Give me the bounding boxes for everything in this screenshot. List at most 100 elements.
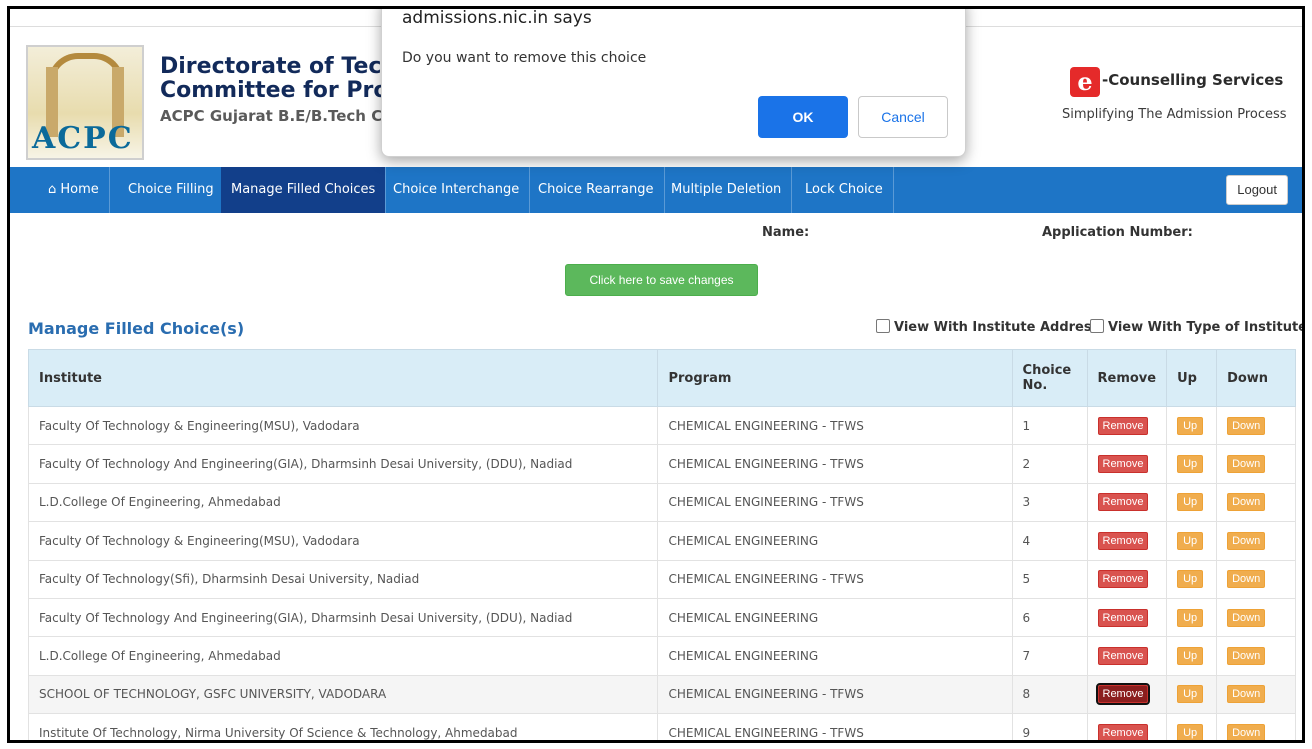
section-title: Manage Filled Choice(s) [28,319,245,338]
cell-choice-no: 2 [1011,444,1088,484]
cell-down: Down [1216,405,1296,446]
header-choice-no: Choice No. [1011,349,1088,407]
cell-institute: Faculty Of Technology And Engineering(GI… [27,444,659,484]
cell-remove: Remove [1086,636,1168,676]
table-row: Faculty Of Technology And Engineering(GI… [27,597,1296,638]
table-row: L.D.College Of Engineering, Ahmedabad CHE… [27,636,1296,676]
cell-remove: Remove [1086,559,1168,599]
view-address-toggle[interactable]: View With Institute Addres [876,319,1092,335]
cell-institute: L.D.College Of Engineering, Ahmedabad [27,482,659,523]
down-button[interactable]: Down [1227,685,1266,704]
table-row: Faculty Of Technology & Engineering(MSU)… [27,405,1296,446]
cell-down: Down [1216,713,1296,740]
brand-tagline: Simplifying The Admission Process [1062,107,1287,122]
cell-up: Up [1166,713,1218,740]
up-button[interactable]: Up [1177,455,1204,474]
down-button[interactable]: Down [1227,723,1266,740]
remove-button[interactable]: Remove [1097,493,1149,512]
up-button[interactable]: Up [1177,493,1204,512]
cell-program: CHEMICAL ENGINEERING - TFWS [657,559,1013,599]
site-subtitle: ACPC Gujarat B.E/B.Tech C [160,107,383,125]
remove-button[interactable]: Remove [1097,570,1149,589]
dialog-cancel-button[interactable]: Cancel [858,96,948,138]
header-down: Down [1216,349,1296,407]
header-remove: Remove [1086,349,1168,407]
cell-choice-no: 3 [1011,482,1088,523]
down-button[interactable]: Down [1227,493,1266,512]
remove-button[interactable]: Remove [1097,723,1149,740]
cell-down: Down [1216,482,1296,523]
table-row: Institute Of Technology, Nirma Universit… [27,713,1296,740]
nav-home[interactable]: ⌂ Home [38,167,110,213]
dialog-ok-button[interactable]: OK [758,96,848,138]
cell-up: Up [1166,405,1218,446]
view-type-toggle[interactable]: View With Type of Institute [1090,319,1302,335]
cell-institute: L.D.College Of Engineering, Ahmedabad [27,636,659,676]
down-button[interactable]: Down [1227,647,1266,666]
cell-down: Down [1216,559,1296,599]
cell-institute: SCHOOL OF TECHNOLOGY, GSFC UNIVERSITY, V… [27,674,659,715]
up-button[interactable]: Up [1177,647,1204,666]
remove-button[interactable]: Remove [1097,416,1149,435]
up-button[interactable]: Up [1177,570,1204,589]
remove-button[interactable]: Remove [1097,647,1149,666]
cell-institute: Institute Of Technology, Nirma Universit… [27,713,659,740]
down-button[interactable]: Down [1227,608,1266,627]
logout-button[interactable]: Logout [1226,175,1288,205]
nav-choice-rearrange[interactable]: Choice Rearrange [528,167,665,213]
cell-institute: Faculty Of Technology & Engineering(MSU)… [27,405,659,446]
cell-program: CHEMICAL ENGINEERING [657,636,1013,676]
remove-button[interactable]: Remove [1095,683,1151,706]
nav-choice-interchange[interactable]: Choice Interchange [383,167,531,213]
logo-text: ACPC [32,121,134,156]
acpc-logo: ACPC [26,45,144,160]
view-address-checkbox[interactable] [876,319,890,333]
header-program: Program [657,349,1013,407]
table-row: SCHOOL OF TECHNOLOGY, GSFC UNIVERSITY, V… [27,674,1296,715]
home-icon: ⌂ [48,182,57,197]
cell-up: Up [1166,674,1218,715]
up-button[interactable]: Up [1177,531,1204,550]
down-button[interactable]: Down [1227,455,1266,474]
nav-choice-filling[interactable]: Choice Filling [118,167,225,213]
browser-viewport: ACPC Directorate of Techni Committee for… [7,6,1305,743]
cell-up: Up [1166,636,1218,676]
cell-choice-no: 5 [1011,559,1088,599]
up-button[interactable]: Up [1177,608,1204,627]
cell-down: Down [1216,636,1296,676]
down-button[interactable]: Down [1227,416,1266,435]
brand-name: -Counselling Services [1102,71,1284,89]
cell-up: Up [1166,559,1218,599]
down-button[interactable]: Down [1227,570,1266,589]
choices-table: Institute Program Choice No. Remove Up D… [27,349,1296,740]
remove-button[interactable]: Remove [1097,455,1149,474]
header-up: Up [1166,349,1218,407]
cell-remove: Remove [1086,713,1168,740]
cell-program: CHEMICAL ENGINEERING [657,597,1013,638]
table-row: L.D.College Of Engineering, Ahmedabad CHE… [27,482,1296,523]
cell-remove: Remove [1086,674,1168,715]
table-row: Faculty Of Technology(Sfi), Dharmsinh De… [27,559,1296,599]
table-row: Faculty Of Technology & Engineering(MSU)… [27,521,1296,561]
dialog-message: Do you want to remove this choice [402,50,647,66]
nav-manage-filled-choices[interactable]: Manage Filled Choices [221,167,387,213]
cell-up: Up [1166,482,1218,523]
remove-button[interactable]: Remove [1097,531,1149,550]
cell-institute: Faculty Of Technology(Sfi), Dharmsinh De… [27,559,659,599]
cell-program: CHEMICAL ENGINEERING - TFWS [657,482,1013,523]
nav-lock-choice[interactable]: Lock Choice [795,167,894,213]
cell-choice-no: 8 [1011,674,1088,715]
up-button[interactable]: Up [1177,685,1204,704]
up-button[interactable]: Up [1177,416,1204,435]
down-button[interactable]: Down [1227,531,1266,550]
remove-button[interactable]: Remove [1097,608,1149,627]
dialog-origin: admissions.nic.in says [402,8,592,28]
save-changes-button[interactable]: Click here to save changes [565,264,758,296]
cell-up: Up [1166,444,1218,484]
view-type-checkbox[interactable] [1090,319,1104,333]
cell-remove: Remove [1086,405,1168,446]
nav-multiple-deletion[interactable]: Multiple Deletion [661,167,793,213]
ecounselling-brand: e -Counselling Services Simplifying The … [1062,67,1292,147]
up-button[interactable]: Up [1177,723,1204,740]
cell-remove: Remove [1086,521,1168,561]
